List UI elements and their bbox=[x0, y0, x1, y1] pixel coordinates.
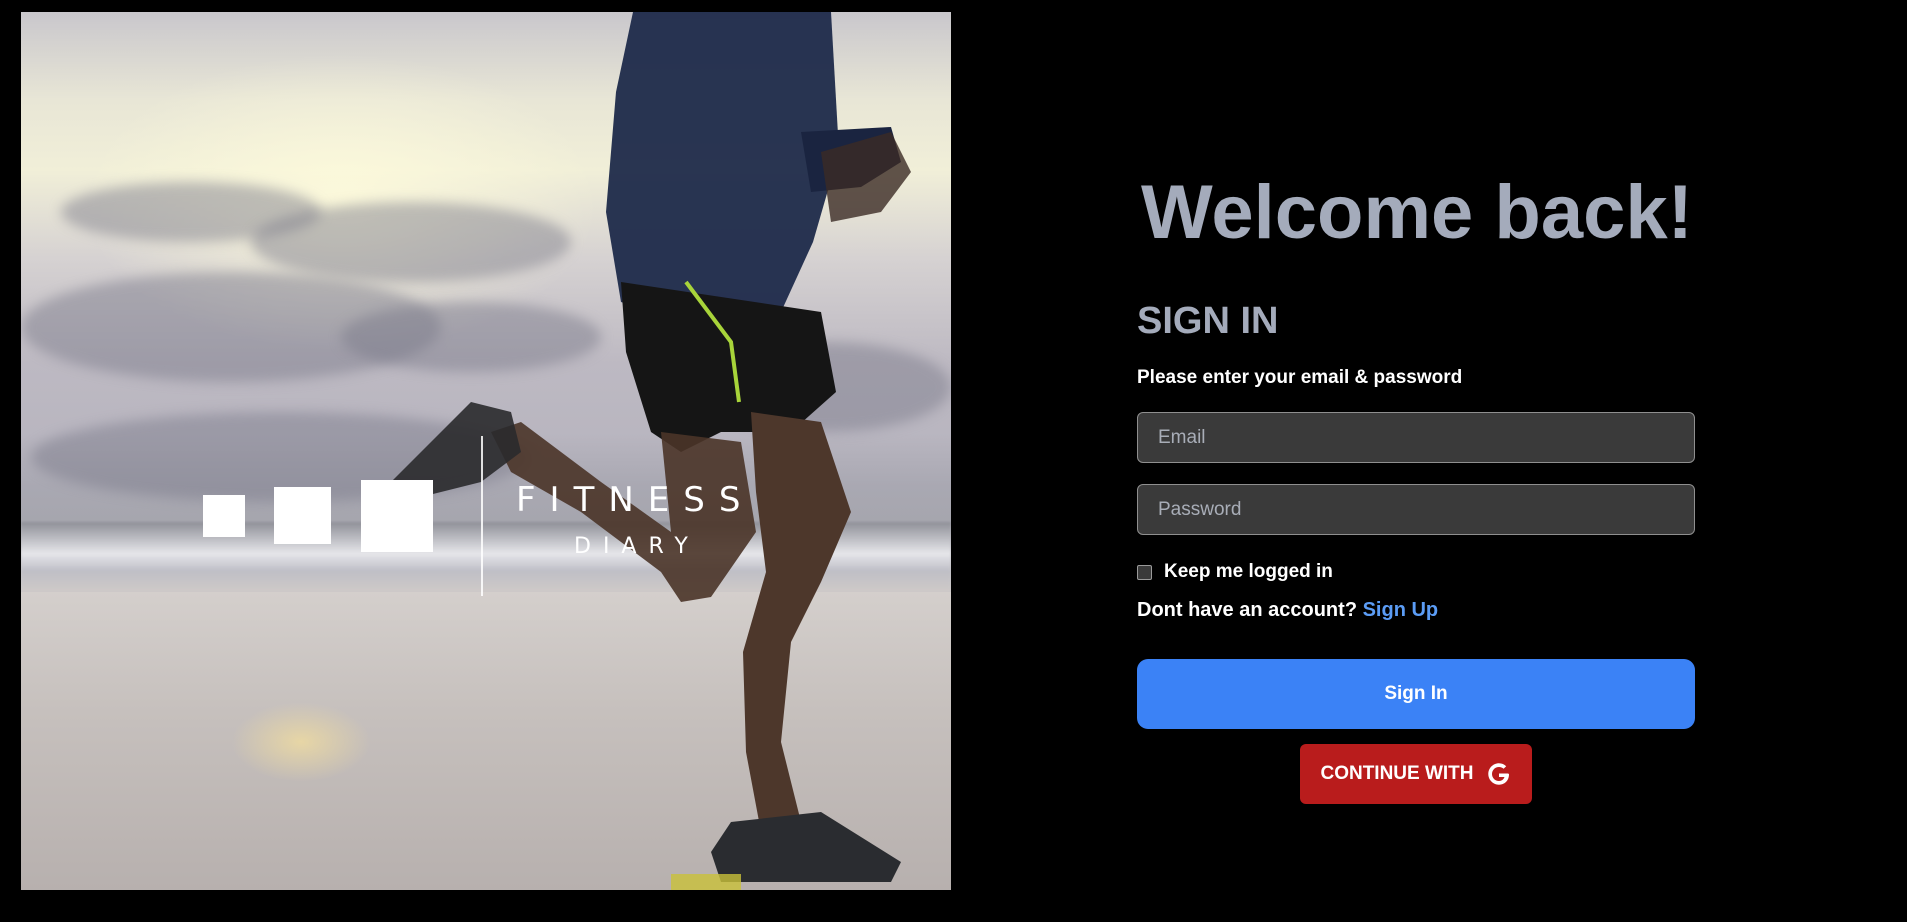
hero-image: FITNESS DIARY bbox=[21, 12, 951, 890]
no-account-text: Dont have an account? bbox=[1137, 599, 1358, 621]
continue-with-google-button[interactable]: CONTINUE WITH bbox=[1300, 744, 1532, 804]
signup-prompt: Dont have an account? Sign Up bbox=[1137, 597, 1438, 623]
google-g-icon bbox=[1487, 763, 1509, 785]
login-page: FITNESS DIARY Welcome back! SIGN IN Plea… bbox=[0, 0, 1907, 922]
keep-logged-in-label: Keep me logged in bbox=[1164, 561, 1333, 582]
keep-logged-in-row[interactable]: Keep me logged in bbox=[1137, 560, 1333, 584]
logo-brand-top: FITNESS bbox=[516, 480, 755, 520]
logo-brand-bottom: DIARY bbox=[574, 534, 700, 559]
fitness-diary-logo: FITNESS DIARY bbox=[21, 12, 951, 890]
logo-square-small bbox=[203, 495, 245, 537]
email-input[interactable] bbox=[1137, 412, 1695, 463]
signin-heading: SIGN IN bbox=[1137, 300, 1279, 342]
logo-square-medium bbox=[274, 487, 331, 544]
logo-divider bbox=[481, 436, 483, 596]
google-button-label: CONTINUE WITH bbox=[1320, 763, 1474, 784]
signup-link[interactable]: Sign Up bbox=[1363, 599, 1439, 621]
logo-square-large bbox=[361, 480, 433, 552]
keep-logged-in-checkbox[interactable] bbox=[1137, 564, 1152, 580]
signin-button[interactable]: Sign In bbox=[1137, 659, 1695, 729]
password-input[interactable] bbox=[1137, 484, 1695, 535]
welcome-title: Welcome back! bbox=[1141, 170, 1693, 255]
signin-subtitle: Please enter your email & password bbox=[1137, 367, 1463, 388]
